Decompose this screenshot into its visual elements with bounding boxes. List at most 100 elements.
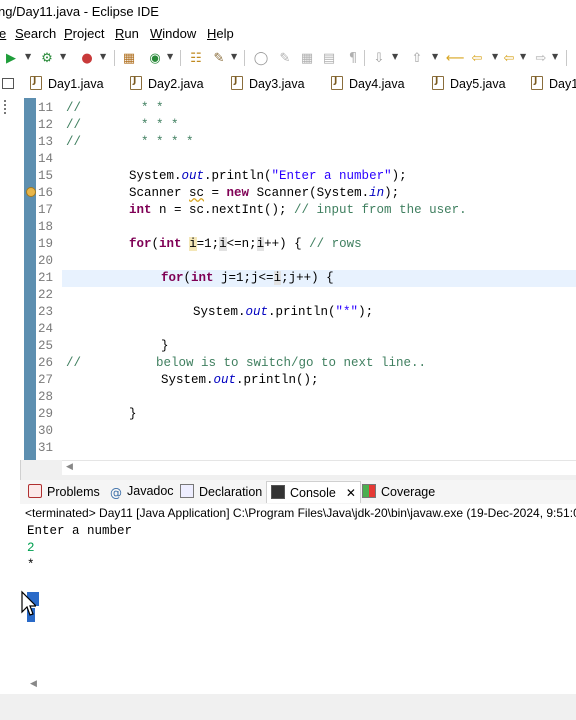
menu-project[interactable]: Project — [64, 26, 104, 41]
tab-label: Day5.java — [450, 77, 506, 91]
code-token: i — [189, 237, 197, 251]
debug-icon[interactable]: ⚙ — [38, 49, 56, 67]
open-type-icon[interactable]: ☷ — [187, 49, 205, 67]
line-number: 20 — [37, 254, 53, 268]
line-number: 23 — [37, 305, 53, 319]
back-icon[interactable]: ⇦ — [468, 49, 486, 67]
left-view-strip — [0, 72, 21, 694]
new-package-icon[interactable]: ▦ — [120, 49, 138, 67]
back-arrow-icon[interactable]: ⇦ — [500, 49, 518, 67]
dropdown-arrow-icon[interactable]: ▼ — [492, 52, 498, 61]
drag-handle-icon[interactable] — [4, 100, 10, 114]
line-number: 19 — [37, 237, 53, 251]
tab-javadoc[interactable]: @ Javadoc — [110, 484, 174, 500]
code-token: ); — [384, 186, 400, 200]
annotation-icon[interactable]: ◯ — [252, 49, 270, 67]
line-number: 14 — [37, 152, 53, 166]
dropdown-arrow-icon[interactable]: ▼ — [60, 52, 66, 61]
code-line: System.out.println("*"); — [193, 305, 373, 319]
forward-icon[interactable]: ⇨ — [532, 49, 550, 67]
tab-day3[interactable]: Day3.java — [231, 76, 305, 94]
line-number: 27 — [37, 373, 53, 387]
java-file-icon — [30, 76, 42, 90]
tab-declaration[interactable]: Declaration — [180, 484, 262, 499]
tab-label: Javadoc — [127, 484, 174, 498]
search-icon[interactable]: ✎ — [210, 49, 228, 67]
next-annotation-icon[interactable]: ⇩ — [370, 49, 388, 67]
code-token: ;j++) { — [281, 271, 334, 285]
show-whitespace-icon[interactable]: ▤ — [320, 49, 338, 67]
block-selection-icon[interactable]: ▦ — [298, 49, 316, 67]
tab-day1[interactable]: Day1.java — [30, 76, 104, 94]
code-token: sc — [189, 186, 205, 200]
code-line: } — [129, 407, 137, 421]
code-token: for — [161, 271, 184, 285]
tab-problems[interactable]: Problems — [28, 484, 100, 499]
console-horizontal-scrollbar[interactable]: ◀ — [20, 678, 576, 692]
java-file-icon — [531, 76, 543, 90]
code-token: i — [256, 237, 265, 251]
dropdown-arrow-icon[interactable]: ▼ — [552, 52, 558, 61]
tab-day2[interactable]: Day2.java — [130, 76, 204, 94]
code-token: n = sc.nextInt(); — [151, 203, 295, 217]
previous-annotation-icon[interactable]: ⇧ — [408, 49, 426, 67]
java-file-icon — [231, 76, 243, 90]
code-token: ); — [391, 169, 407, 183]
line-number: 29 — [37, 407, 53, 421]
code-token: = — [204, 186, 227, 200]
code-line: System.out.println(); — [161, 373, 319, 387]
menu-edit[interactable]: e — [0, 26, 6, 41]
editor-horizontal-scrollbar[interactable]: ◀ — [62, 460, 576, 475]
tab-day5[interactable]: Day5.java — [432, 76, 506, 94]
code-token: ( — [183, 271, 192, 285]
code-line: } — [161, 339, 169, 353]
code-token: Scanner — [129, 186, 190, 200]
scroll-left-icon[interactable]: ◀ — [66, 462, 73, 472]
bottom-panel-tabs: Problems @ Javadoc Declaration Console ✕ C… — [20, 480, 576, 505]
console-output[interactable] — [20, 522, 576, 694]
external-tools-icon[interactable]: ● — [78, 49, 96, 67]
code-line: int n = sc.nextInt(); // input from the … — [129, 203, 467, 217]
code-line: // below is to switch/go to next line.. — [66, 356, 427, 370]
dropdown-arrow-icon[interactable]: ▼ — [25, 52, 31, 61]
code-token: .println( — [268, 305, 336, 319]
dropdown-arrow-icon[interactable]: ▼ — [520, 52, 526, 61]
close-icon[interactable]: ✕ — [346, 486, 356, 500]
code-token: // rows — [309, 237, 362, 251]
tab-day10[interactable]: Day10 — [531, 76, 576, 94]
problems-icon — [28, 484, 42, 498]
tab-label: Coverage — [381, 485, 436, 499]
dropdown-arrow-icon[interactable]: ▼ — [100, 52, 106, 61]
line-number: 25 — [37, 339, 53, 353]
tab-label: Day4.java — [349, 77, 405, 91]
menu-help[interactable]: Help — [207, 26, 234, 41]
dropdown-arrow-icon[interactable]: ▼ — [392, 52, 398, 61]
java-file-icon — [432, 76, 444, 90]
scroll-left-icon[interactable]: ◀ — [30, 679, 37, 689]
tab-label: Day3.java — [249, 77, 305, 91]
toolbar-separator — [114, 50, 115, 66]
new-class-icon[interactable]: ◉ — [146, 49, 164, 67]
minimized-view-icon[interactable] — [2, 78, 14, 89]
line-number: 15 — [37, 169, 53, 183]
mouse-cursor-icon — [21, 590, 36, 616]
tab-coverage[interactable]: Coverage — [362, 484, 435, 499]
menu-window[interactable]: Window — [150, 26, 196, 41]
tab-day4[interactable]: Day4.java — [331, 76, 405, 94]
console-icon — [271, 485, 285, 499]
dropdown-arrow-icon[interactable]: ▼ — [167, 52, 173, 61]
paragraph-icon[interactable]: ¶ — [344, 49, 362, 67]
run-icon[interactable]: ▶ — [2, 49, 20, 67]
warning-icon[interactable] — [26, 187, 36, 197]
last-edit-location-icon[interactable]: ⟵ — [446, 49, 465, 67]
dropdown-arrow-icon[interactable]: ▼ — [231, 52, 237, 61]
code-token: .println( — [204, 169, 272, 183]
menu-search[interactable]: Search — [15, 26, 56, 41]
tab-console[interactable]: Console ✕ — [266, 481, 361, 503]
line-number: 30 — [37, 424, 53, 438]
menu-run[interactable]: Run — [115, 26, 139, 41]
dropdown-arrow-icon[interactable]: ▼ — [432, 52, 438, 61]
mark-occurrences-icon[interactable]: ✎ — [276, 49, 294, 67]
console-status-header: <terminated> Day11 [Java Application] C:… — [20, 504, 576, 522]
